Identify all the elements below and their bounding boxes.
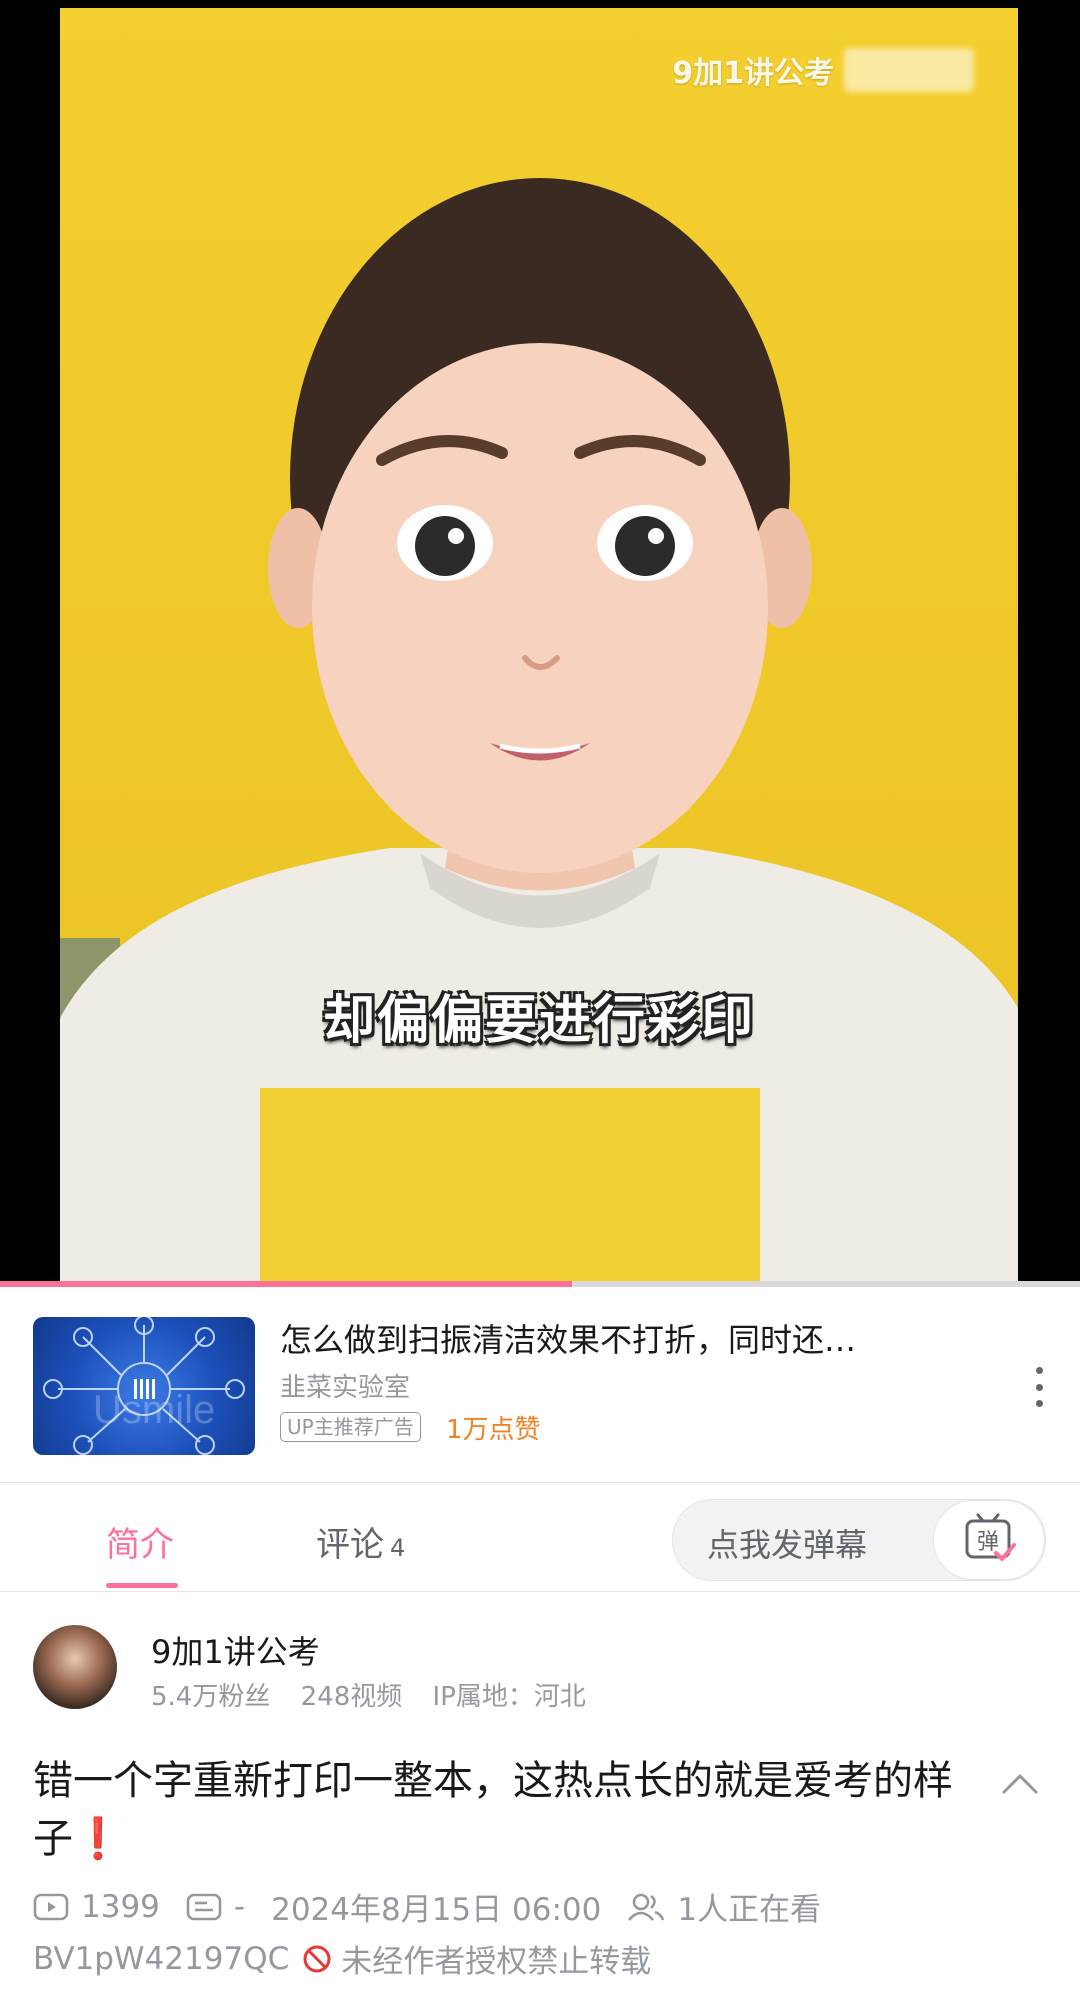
uploader-videos: 248视频	[300, 1682, 403, 1712]
ad-title[interactable]: 怎么做到扫振清洁效果不打折，同时还…	[280, 1315, 856, 1361]
video-title: 错一个字重新打印一整本，这热点长的就是爱考的样子❗	[33, 1752, 963, 1868]
ad-badge: UP主推荐广告	[280, 1412, 421, 1442]
danmaku-toggle-button[interactable]: 弹	[933, 1500, 1045, 1580]
uploader-meta: 5.4万粉丝 248视频 IP属地：河北	[151, 1676, 608, 1713]
svg-text:Usmile: Usmile	[93, 1388, 215, 1432]
exclamation-emoji: ❗	[73, 1816, 123, 1862]
bvid[interactable]: BV1pW42197QC	[33, 1941, 289, 1977]
video-player[interactable]: 9加1讲公考 却偏偏要进行彩印	[0, 0, 1080, 1287]
uploader-avatar[interactable]	[33, 1625, 117, 1709]
comments-count: 4	[390, 1534, 406, 1562]
danmaku-input[interactable]: 点我发弹幕 弹	[672, 1499, 1046, 1581]
danmaku-placeholder: 点我发弹幕	[707, 1526, 868, 1564]
tab-comments[interactable]: 评论 4	[316, 1517, 405, 1566]
tab-comments-label: 评论	[316, 1525, 384, 1565]
ad-thumbnail-graphic: Usmile	[43, 1317, 245, 1455]
tab-intro[interactable]: 简介	[106, 1517, 174, 1566]
danmaku-icon: 弹	[965, 1513, 1016, 1561]
ad-source: 韭菜实验室	[280, 1373, 411, 1403]
danmaku-count-icon	[186, 1892, 222, 1922]
video-watermark: 9加1讲公考	[672, 48, 974, 92]
play-count-icon	[33, 1892, 69, 1922]
copyright-notice: 未经作者授权禁止转载	[341, 1944, 652, 1980]
watermark-blur	[844, 48, 974, 92]
video-stats: 1399 - 2024年8月15日 06:00 1人正在看	[33, 1884, 821, 1929]
video-id-row: BV1pW42197QC 未经作者授权禁止转载	[33, 1936, 651, 1981]
ad-card[interactable]: Usmile 怎么做到扫振清洁效果不打折，同时还… 韭菜实验室 UP主推荐广告 …	[0, 1287, 1080, 1482]
watermark-text: 9加1讲公考	[672, 56, 834, 91]
video-person-image	[60, 178, 1018, 1287]
uploader-ip: IP属地：河北	[432, 1682, 586, 1712]
chevron-up-icon[interactable]	[1000, 1770, 1040, 1800]
tab-bar: 简介 评论 4 点我发弹幕 弹	[0, 1482, 1080, 1592]
video-frame[interactable]: 9加1讲公考 却偏偏要进行彩印	[60, 8, 1018, 1287]
video-title-text: 错一个字重新打印一整本，这热点长的就是爱考的样子	[33, 1758, 953, 1862]
uploader-fans: 5.4万粉丝	[151, 1682, 271, 1712]
uploader-name[interactable]: 9加1讲公考	[151, 1627, 320, 1673]
ad-likes: 1万点赞	[446, 1415, 541, 1445]
tab-active-indicator	[106, 1583, 178, 1588]
video-subtitle: 却偏偏要进行彩印	[322, 991, 755, 1051]
ad-thumbnail[interactable]: Usmile	[33, 1317, 255, 1455]
play-count: 1399	[81, 1888, 160, 1925]
danmaku-count: -	[233, 1888, 246, 1925]
more-options-icon[interactable]	[1034, 1367, 1044, 1407]
watching-now: 1人正在看	[677, 1892, 822, 1928]
publish-date: 2024年8月15日 06:00	[271, 1892, 602, 1928]
viewers-icon	[627, 1892, 665, 1922]
no-repost-icon	[301, 1943, 333, 1975]
